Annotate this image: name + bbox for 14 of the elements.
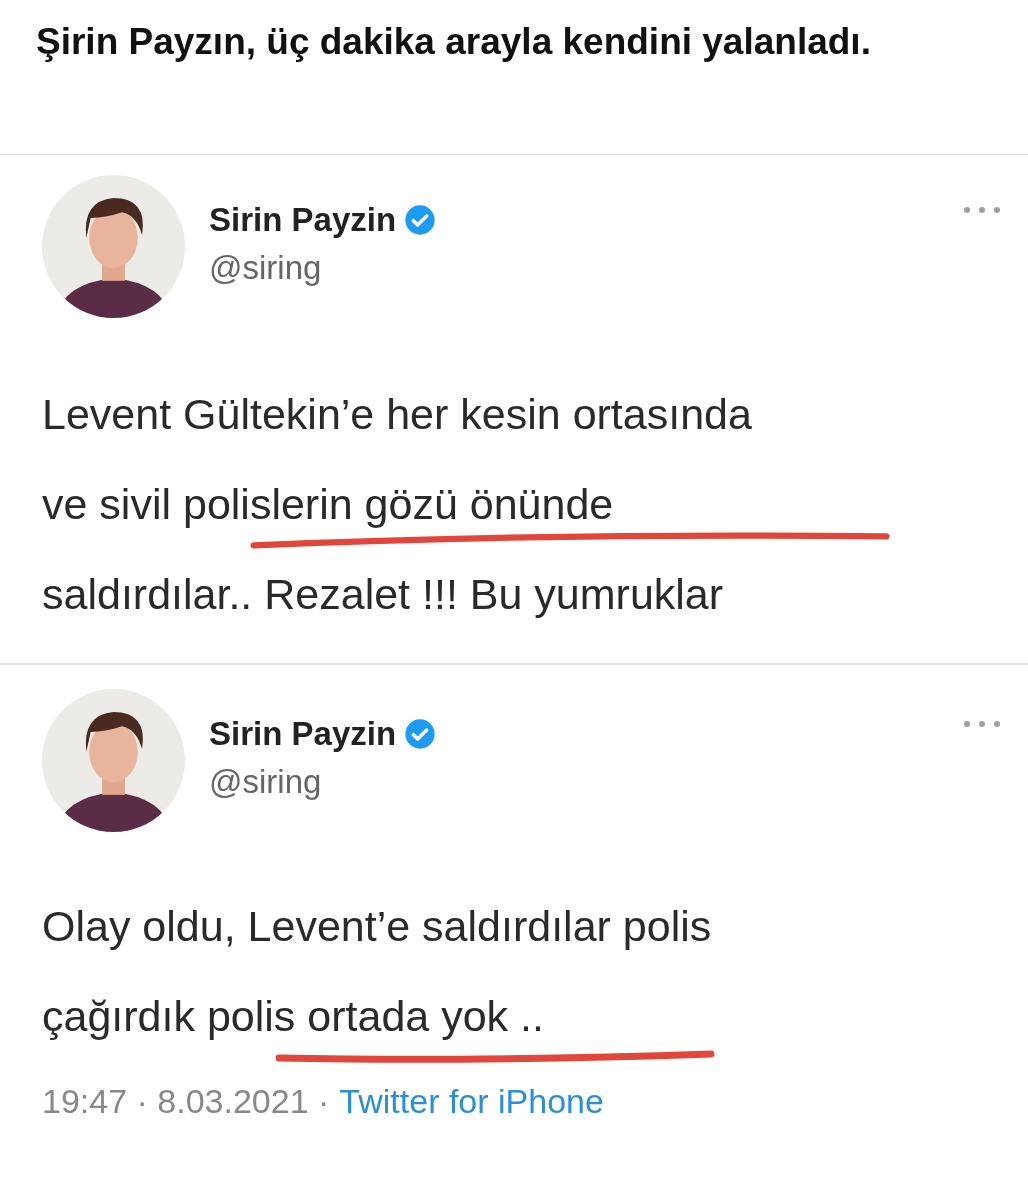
- tweet-text-line: çağırdık polis ortada yok ..: [42, 991, 544, 1042]
- more-options-icon[interactable]: [962, 205, 1002, 215]
- source-link[interactable]: Twitter for iPhone: [339, 1082, 604, 1120]
- author-name[interactable]: Sirin Payzin: [209, 715, 397, 753]
- tweet-timestamp: 19:47 · 8.03.2021 ·: [42, 1082, 330, 1120]
- author-handle[interactable]: @siring: [209, 249, 437, 287]
- tweet-text-line: ve sivil polislerin gözü önünde: [42, 479, 614, 530]
- tweet-text-line: Levent Gültekin’e her kesin ortasında: [42, 389, 752, 440]
- caption: Şirin Payzın, üç dakika arayla kendini yalanladı.: [35, 20, 872, 64]
- author-handle[interactable]: @siring: [209, 763, 437, 801]
- tweet-text-line: Olay oldu, Levent’e saldırdılar polis: [42, 901, 712, 952]
- more-options-icon[interactable]: [962, 719, 1002, 729]
- author-name[interactable]: Sirin Payzin: [209, 201, 397, 239]
- tweet-text-line: saldırdılar.. Rezalet !!! Bu yumruklar: [42, 569, 724, 620]
